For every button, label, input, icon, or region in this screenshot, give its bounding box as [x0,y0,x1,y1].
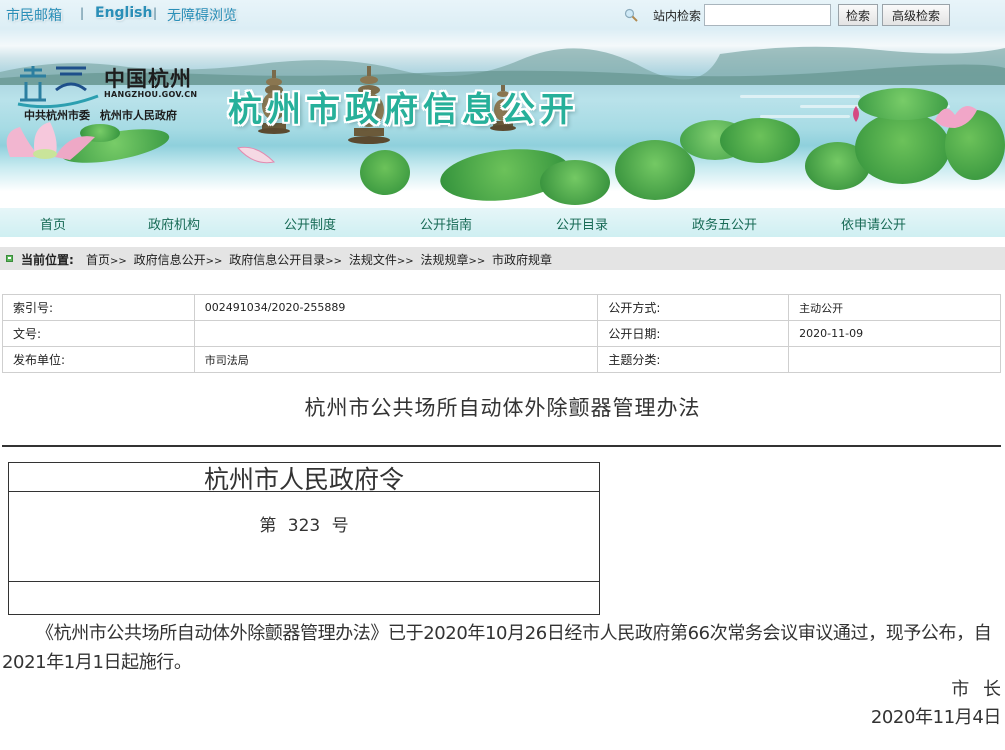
lotus-leaf [540,160,610,205]
breadcrumb-trail: 首页>> 政府信息公开>> 政府信息公开目录>> 法规文件>> 法规规章>> 市… [86,251,552,268]
table-row: 文号: 公开日期: 2020-11-09 [2,320,1001,347]
breadcrumb-separator: >> [325,256,342,267]
publisher-label: 发布单位: [2,346,195,373]
breadcrumb-item[interactable]: 政府信息公开目录 [229,253,325,267]
document-title: 杭州市公共场所自动体外除颤器管理办法 [304,396,701,420]
logo-title: 中国杭州 [104,66,192,91]
separator: | [153,6,158,20]
index-number-label: 索引号: [2,294,195,321]
nav-item-five-publicity[interactable]: 政务五公开 [692,214,757,233]
topic-category-value [788,346,1001,373]
citizen-mailbox-link[interactable]: 市民邮箱 [6,5,62,25]
table-row: 索引号: 002491034/2020-255889 公开方式: 主动公开 [2,294,1001,321]
signature-date: 2020年11月4日 [870,707,1002,728]
lotus-bud-icon [853,106,859,122]
disclosure-date-label: 公开日期: [597,320,790,347]
english-link[interactable]: English [95,5,152,21]
document-number-label: 文号: [2,320,195,347]
document-number-value [193,320,599,347]
top-bar: 市民邮箱 | English | 无障碍浏览 站内检索 检索 高级检索 [0,0,1005,30]
breadcrumb-item[interactable]: 政府信息公开 [134,253,206,267]
lotus-leaf [720,118,800,163]
accessibility-link[interactable]: 无障碍浏览 [167,5,237,25]
breadcrumb-label: 当前位置: [21,253,74,267]
nav-item-gov-agencies[interactable]: 政府机构 [148,214,200,233]
main-nav: 首页 政府机构 公开制度 公开指南 公开目录 政务五公开 依申请公开 [0,208,1005,237]
table-row: 发布单位: 市司法局 主题分类: [2,346,1001,373]
advanced-search-button[interactable]: 高级检索 [882,4,950,26]
breadcrumb-item[interactable]: 法规规章 [420,253,468,267]
breadcrumb-item[interactable]: 法规文件 [349,253,397,267]
breadcrumb-separator: >> [110,256,127,267]
publisher-value: 市司法局 [193,346,599,373]
order-heading: 杭州市人民政府令 [9,463,599,494]
arrow-right-icon [6,255,13,262]
search-button[interactable]: 检索 [838,4,878,26]
topic-category-label: 主题分类: [597,346,790,373]
separator: | [80,6,85,20]
site-title: 杭州市政府信息公开 [228,90,579,130]
hangzhou-logo-icon[interactable] [16,60,100,110]
lotus-flower-icon [6,122,95,160]
water-streak [740,95,860,98]
logo-subtitle: 中共杭州市委 杭州市人民政府 [24,109,177,122]
nav-item-disclosure-catalog[interactable]: 公开目录 [556,214,608,233]
document-body: 《杭州市公共场所自动体外除颤器管理办法》已于2020年10月26日经市人民政府第… [2,623,992,673]
nav-item-home[interactable]: 首页 [40,214,66,233]
lotus-petal-icon [237,146,276,164]
government-order-box: 杭州市人民政府令 第 323 号 [8,462,600,615]
water-streak [760,115,850,118]
breadcrumb-separator: >> [205,256,223,267]
lotus-leaf [360,150,410,195]
lotus-flower-icon [935,106,977,128]
title-divider [2,445,1001,447]
disclosure-method-label: 公开方式: [597,294,790,321]
breadcrumb-separator: >> [468,256,486,267]
nav-item-apply-disclosure[interactable]: 依申请公开 [841,214,906,233]
order-number: 第 323 号 [259,516,349,536]
site-search-input[interactable] [704,4,831,26]
signature-title: 市 长 [951,679,1001,700]
search-label: 站内检索 [653,9,702,23]
search-icon [624,8,638,22]
order-divider [9,581,599,582]
site-banner: 市民邮箱 | English | 无障碍浏览 站内检索 检索 高级检索 中国杭州… [0,0,1005,208]
breadcrumb: 当前位置: 首页>> 政府信息公开>> 政府信息公开目录>> 法规文件>> 法规… [0,247,1005,270]
breadcrumb-item-current[interactable]: 市政府规章 [492,253,552,267]
logo-domain: HANGZHOU.GOV.CN [104,90,198,99]
disclosure-date-value: 2020-11-09 [788,320,1001,347]
breadcrumb-item[interactable]: 首页 [86,253,110,267]
disclosure-method-value: 主动公开 [788,294,1001,321]
breadcrumb-separator: >> [396,256,414,267]
nav-item-disclosure-guide[interactable]: 公开指南 [420,214,472,233]
nav-item-disclosure-system[interactable]: 公开制度 [284,214,336,233]
document-meta-table: 索引号: 002491034/2020-255889 公开方式: 主动公开 文号… [2,294,1001,373]
index-number-value: 002491034/2020-255889 [193,294,599,321]
